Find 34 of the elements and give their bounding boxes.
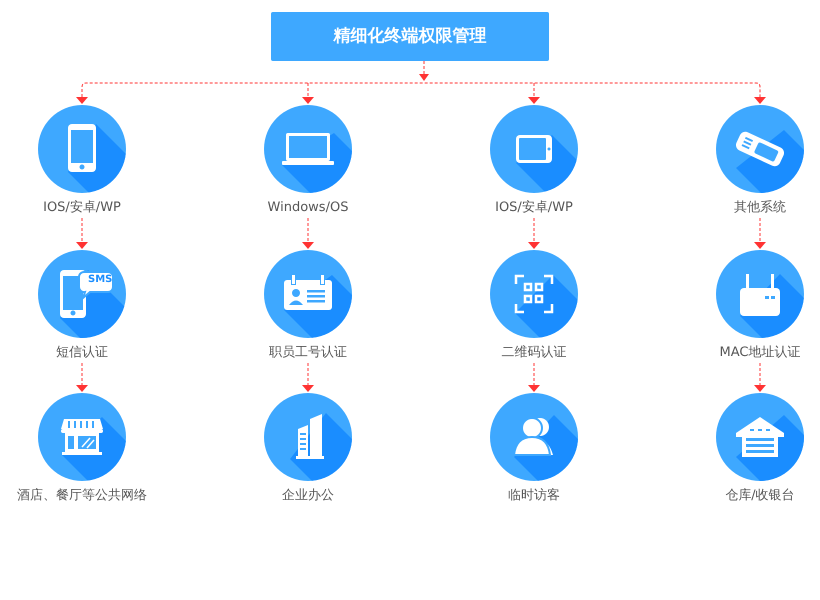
node-label: 职员工号认证 (269, 345, 347, 361)
node-label: IOS/安卓/WP (43, 200, 121, 216)
node-label: MAC地址认证 (720, 345, 800, 361)
node-label: 酒店、餐厅等公共网络 (17, 488, 147, 504)
connector-arrow (527, 361, 541, 393)
storefront-icon (38, 393, 126, 481)
node-label: 短信认证 (56, 345, 108, 361)
people-icon (490, 393, 578, 481)
card-terminal-icon (716, 105, 804, 193)
node-label: 临时访客 (508, 488, 560, 504)
connector-arrow (301, 361, 315, 393)
node-label: Windows/OS (268, 200, 348, 216)
tablet-icon (490, 105, 578, 193)
router-icon (716, 250, 804, 338)
connector-arrow (753, 361, 767, 393)
node-label: 其他系统 (734, 200, 786, 216)
chart-title: 精细化终端权限管理 (271, 12, 549, 61)
connector-arrow (527, 216, 541, 250)
connector-arrow (75, 361, 89, 393)
warehouse-icon (716, 393, 804, 481)
sms-text: SMS (88, 274, 112, 286)
connector-arrow (753, 216, 767, 250)
id-card-icon (264, 250, 352, 338)
building-icon (264, 393, 352, 481)
node-label: 企业办公 (282, 488, 334, 504)
qr-code-icon (490, 250, 578, 338)
connector-arrow (301, 216, 315, 250)
laptop-icon (264, 105, 352, 193)
node-label: 二维码认证 (502, 345, 566, 361)
sms-phone-icon (38, 250, 126, 338)
connector-arrow (75, 216, 89, 250)
phone-icon (38, 105, 126, 193)
node-label: IOS/安卓/WP (495, 200, 573, 216)
node-label: 仓库/收银台 (725, 488, 795, 504)
